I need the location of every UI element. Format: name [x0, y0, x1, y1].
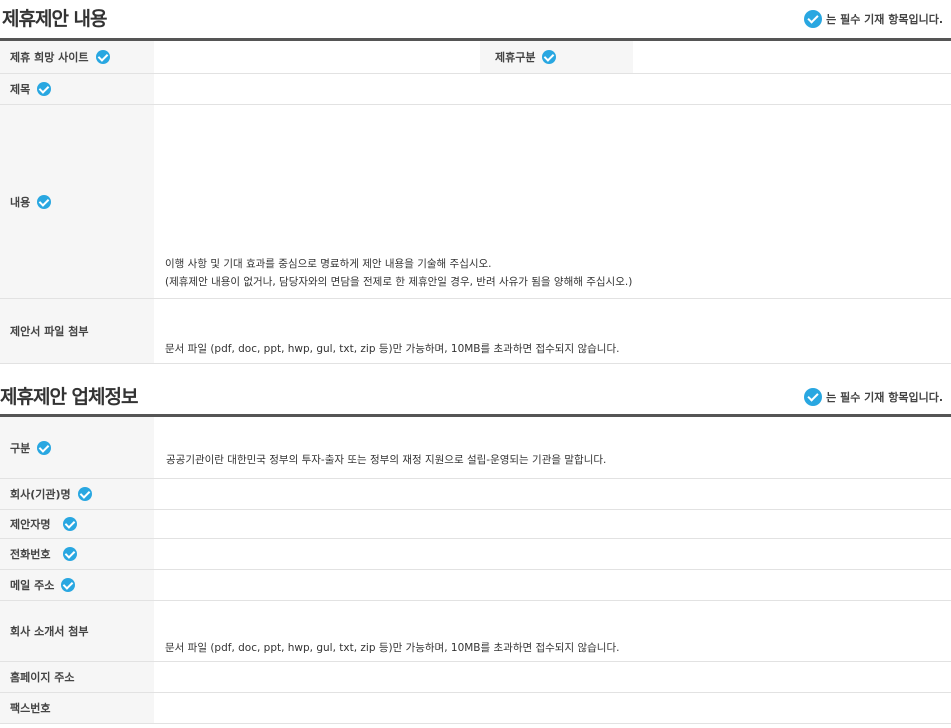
label-homepage-text: 홈페이지 주소	[10, 671, 75, 684]
label-email: 메일 주소	[0, 570, 154, 600]
intro-hint: 문서 파일 (pdf, doc, ppt, hwp, gul, txt, zip…	[165, 642, 620, 654]
label-fax-text: 팩스번호	[10, 702, 51, 715]
required-note-text: 는 필수 기재 항목입니다.	[826, 13, 943, 26]
proposal-form-table: 제휴 희망 사이트 제휴구분 제목 내용 이행 사항 및 기대 효과를 중심으로…	[0, 38, 951, 364]
required-note: 는 필수 기재 항목입니다.	[804, 388, 943, 406]
homepage-input[interactable]	[154, 662, 951, 692]
label-company: 회사(기관)명	[0, 479, 154, 509]
label-proposer: 제안자명	[0, 510, 154, 538]
label-homepage: 홈페이지 주소	[0, 662, 154, 692]
check-icon	[63, 517, 78, 531]
label-subject: 제목	[0, 74, 154, 104]
required-note: 는 필수 기재 항목입니다.	[804, 10, 943, 28]
row-email: 메일 주소	[0, 570, 951, 601]
row-category: 구분 공공기관이란 대한민국 정부의 투자-출자 또는 정부의 재정 지원으로 …	[0, 417, 951, 479]
label-phone: 전화번호	[0, 539, 154, 569]
proposer-input[interactable]	[154, 510, 951, 538]
row-proposer: 제안자명	[0, 510, 951, 539]
check-icon	[61, 578, 76, 592]
label-content: 내용	[0, 105, 154, 298]
company-input[interactable]	[154, 479, 951, 509]
label-site: 제휴 희망 사이트	[0, 41, 154, 73]
row-phone: 전화번호	[0, 539, 951, 570]
category-hint: 공공기관이란 대한민국 정부의 투자-출자 또는 정부의 재정 지원으로 설립-…	[166, 454, 607, 466]
check-icon	[63, 547, 78, 561]
label-fax: 팩스번호	[0, 693, 154, 723]
check-icon	[804, 10, 823, 28]
required-note-text: 는 필수 기재 항목입니다.	[826, 391, 943, 404]
row-intro: 회사 소개서 첨부 문서 파일 (pdf, doc, ppt, hwp, gul…	[0, 601, 951, 662]
label-intro: 회사 소개서 첨부	[0, 601, 154, 661]
row-attach: 제안서 파일 첨부 문서 파일 (pdf, doc, ppt, hwp, gul…	[0, 299, 951, 364]
section-header-proposal: 제휴제안 내용 는 필수 기재 항목입니다.	[0, 0, 951, 38]
label-content-text: 내용	[10, 195, 31, 209]
label-proposer-text: 제안자명	[10, 518, 51, 531]
check-icon	[804, 388, 823, 406]
company-form-table: 구분 공공기관이란 대한민국 정부의 투자-출자 또는 정부의 재정 지원으로 …	[0, 414, 951, 724]
label-company-text: 회사(기관)명	[10, 488, 71, 501]
check-icon	[95, 50, 110, 64]
content-hint-1: 이행 사항 및 기대 효과를 중심으로 명료하게 제안 내용을 기술해 주십시오…	[165, 258, 492, 270]
row-company: 회사(기관)명	[0, 479, 951, 510]
row-content: 내용 이행 사항 및 기대 효과를 중심으로 명료하게 제안 내용을 기술해 주…	[0, 105, 951, 299]
check-icon	[37, 440, 52, 455]
attach-file-area[interactable]: 문서 파일 (pdf, doc, ppt, hwp, gul, txt, zip…	[154, 299, 951, 363]
row-homepage: 홈페이지 주소	[0, 662, 951, 693]
category-radio-area[interactable]: 공공기관이란 대한민국 정부의 투자-출자 또는 정부의 재정 지원으로 설립-…	[154, 417, 951, 478]
label-subject-text: 제목	[10, 83, 31, 96]
intro-file-area[interactable]: 문서 파일 (pdf, doc, ppt, hwp, gul, txt, zip…	[154, 601, 951, 661]
label-attach: 제안서 파일 첨부	[0, 299, 154, 363]
section-title-proposal: 제휴제안 내용	[2, 8, 107, 30]
check-icon	[542, 50, 557, 64]
label-category-text: 구분	[10, 441, 31, 455]
email-input[interactable]	[154, 570, 951, 600]
label-site-text: 제휴 희망 사이트	[10, 51, 89, 64]
label-category: 구분	[0, 417, 154, 478]
attach-hint: 문서 파일 (pdf, doc, ppt, hwp, gul, txt, zip…	[165, 343, 620, 355]
row-fax: 팩스번호	[0, 693, 951, 724]
row-subject: 제목	[0, 74, 951, 105]
check-icon	[77, 487, 92, 501]
label-type-text: 제휴구분	[495, 51, 536, 64]
check-icon	[37, 194, 52, 209]
subject-input[interactable]	[154, 74, 951, 104]
phone-input[interactable]	[154, 539, 951, 569]
row-site: 제휴 희망 사이트 제휴구분	[0, 41, 951, 74]
label-attach-text: 제안서 파일 첨부	[10, 325, 89, 338]
fax-input[interactable]	[154, 693, 951, 723]
label-phone-text: 전화번호	[10, 548, 51, 561]
section-header-company: 제휴제안 업체정보 는 필수 기재 항목입니다.	[0, 364, 951, 414]
label-type: 제휴구분	[480, 41, 633, 73]
site-select-area[interactable]: 제휴구분	[154, 41, 951, 73]
content-hint-2: (제휴제안 내용이 없거나, 담당자와의 면담을 전제로 한 제휴안일 경우, …	[165, 276, 633, 288]
content-textarea[interactable]: 이행 사항 및 기대 효과를 중심으로 명료하게 제안 내용을 기술해 주십시오…	[154, 105, 951, 298]
section-title-company: 제휴제안 업체정보	[0, 386, 138, 408]
check-icon	[37, 82, 52, 96]
label-email-text: 메일 주소	[10, 579, 55, 592]
label-intro-text: 회사 소개서 첨부	[10, 625, 89, 638]
